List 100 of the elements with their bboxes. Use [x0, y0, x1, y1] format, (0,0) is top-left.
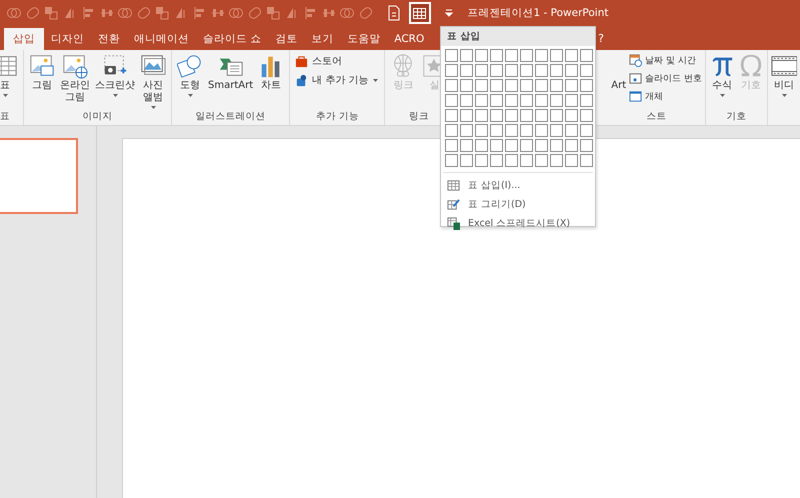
grid-cell[interactable]: [580, 139, 593, 152]
grid-cell[interactable]: [580, 154, 593, 167]
grid-cell[interactable]: [475, 94, 488, 107]
grid-cell[interactable]: [445, 154, 458, 167]
ribbon-button[interactable]: 스크린샷: [93, 53, 137, 98]
rounded-shape-icon[interactable]: [136, 5, 152, 21]
grid-cell[interactable]: [550, 139, 563, 152]
grid-cell[interactable]: [490, 94, 503, 107]
grid-cell[interactable]: [520, 109, 533, 122]
document-icon[interactable]: [386, 5, 402, 21]
dropdown-icon[interactable]: [445, 9, 453, 17]
grid-cell[interactable]: [535, 79, 548, 92]
grid-cell[interactable]: [520, 154, 533, 167]
grid-cell[interactable]: [535, 94, 548, 107]
grid-cell[interactable]: [445, 49, 458, 62]
ribbon-tab[interactable]: ACRO: [387, 28, 432, 50]
grid-cell[interactable]: [565, 139, 578, 152]
grid-cell[interactable]: [550, 94, 563, 107]
grid-cell[interactable]: [460, 109, 473, 122]
grid-cell[interactable]: [520, 139, 533, 152]
grid-cell[interactable]: [535, 154, 548, 167]
menu-item[interactable]: 표 그리기(D): [441, 195, 595, 214]
overlap-circles-icon[interactable]: [6, 5, 22, 21]
ribbon-tab[interactable]: 전환: [91, 28, 127, 50]
grid-cell[interactable]: [580, 94, 593, 107]
ribbon-button[interactable]: 슬라이드 번호: [628, 71, 703, 86]
layers-icon[interactable]: [265, 5, 281, 21]
ribbon-tab[interactable]: 삽입: [4, 28, 44, 50]
grid-cell[interactable]: [490, 154, 503, 167]
ribbon-button[interactable]: SmartArt: [206, 53, 256, 92]
grid-cell[interactable]: [505, 124, 518, 137]
grid-cell[interactable]: [490, 139, 503, 152]
grid-cell[interactable]: [460, 124, 473, 137]
ribbon-button[interactable]: 온라인 그림: [58, 53, 92, 104]
grid-cell[interactable]: [580, 124, 593, 137]
ribbon-tab[interactable]: 검토: [268, 28, 304, 50]
ribbon-button[interactable]: 날짜 및 시간: [628, 53, 703, 68]
grid-cell[interactable]: [475, 79, 488, 92]
grid-cell[interactable]: [490, 64, 503, 77]
grid-cell[interactable]: [490, 49, 503, 62]
menu-item[interactable]: Excel 스프레드시트(X): [441, 214, 595, 233]
ribbon-tab[interactable]: 도움말: [340, 28, 388, 50]
ribbon-button[interactable]: 비디: [770, 53, 798, 98]
grid-cell[interactable]: [565, 79, 578, 92]
ribbon-button[interactable]: 개체: [628, 89, 703, 104]
grid-cell[interactable]: [580, 49, 593, 62]
ribbon-button[interactable]: 내 추가 기능: [293, 72, 382, 88]
ribbon-button[interactable]: 사진 앨범: [138, 53, 168, 110]
grid-cell[interactable]: [505, 94, 518, 107]
grid-cell[interactable]: [505, 79, 518, 92]
ribbon-button[interactable]: 표: [0, 53, 20, 98]
grid-cell[interactable]: [520, 124, 533, 137]
grid-cell[interactable]: [550, 154, 563, 167]
grid-cell[interactable]: [535, 49, 548, 62]
rounded-shape-icon[interactable]: [246, 5, 262, 21]
grid-cell[interactable]: [445, 64, 458, 77]
grid-cell[interactable]: [565, 94, 578, 107]
grid-cell[interactable]: [505, 154, 518, 167]
ribbon-tab[interactable]: 보기: [304, 28, 340, 50]
grid-cell[interactable]: [460, 49, 473, 62]
ribbon-button[interactable]: Art: [610, 53, 628, 92]
grid-cell[interactable]: [475, 124, 488, 137]
grid-cell[interactable]: [535, 64, 548, 77]
grid-cell[interactable]: [475, 64, 488, 77]
grid-cell[interactable]: [535, 124, 548, 137]
grid-cell[interactable]: [505, 64, 518, 77]
grid-cell[interactable]: [580, 79, 593, 92]
grid-cell[interactable]: [460, 94, 473, 107]
grid-cell[interactable]: [565, 64, 578, 77]
grid-cell[interactable]: [460, 139, 473, 152]
grid-cell[interactable]: [460, 79, 473, 92]
grid-cell[interactable]: [550, 109, 563, 122]
tell-me-text[interactable]: ?: [598, 32, 604, 44]
grid-cell[interactable]: [550, 64, 563, 77]
grid-cell[interactable]: [445, 94, 458, 107]
grid-cell[interactable]: [460, 64, 473, 77]
grid-cell[interactable]: [565, 49, 578, 62]
layers-icon[interactable]: [154, 5, 170, 21]
ribbon-tab[interactable]: 슬라이드 쇼: [196, 28, 268, 50]
grid-cell[interactable]: [505, 139, 518, 152]
ribbon-tab[interactable]: 디자인: [44, 28, 91, 50]
grid-cell[interactable]: [580, 109, 593, 122]
overlap-circles-icon[interactable]: [339, 5, 355, 21]
ribbon-button[interactable]: 도형: [175, 53, 205, 98]
grid-cell[interactable]: [475, 49, 488, 62]
overlap-circles-icon[interactable]: [117, 5, 133, 21]
grid-cell[interactable]: [520, 64, 533, 77]
layers-icon[interactable]: [43, 5, 59, 21]
ribbon-button[interactable]: 그림: [27, 53, 57, 92]
grid-cell[interactable]: [565, 154, 578, 167]
grid-cell[interactable]: [490, 124, 503, 137]
grid-cell[interactable]: [490, 79, 503, 92]
grid-cell[interactable]: [475, 139, 488, 152]
grid-cell[interactable]: [580, 64, 593, 77]
grid-cell[interactable]: [550, 49, 563, 62]
grid-cell[interactable]: [445, 109, 458, 122]
grid-cell[interactable]: [565, 124, 578, 137]
menu-item[interactable]: 표 삽입(I)...: [441, 176, 595, 195]
grid-cell[interactable]: [475, 109, 488, 122]
grid-cell[interactable]: [565, 109, 578, 122]
